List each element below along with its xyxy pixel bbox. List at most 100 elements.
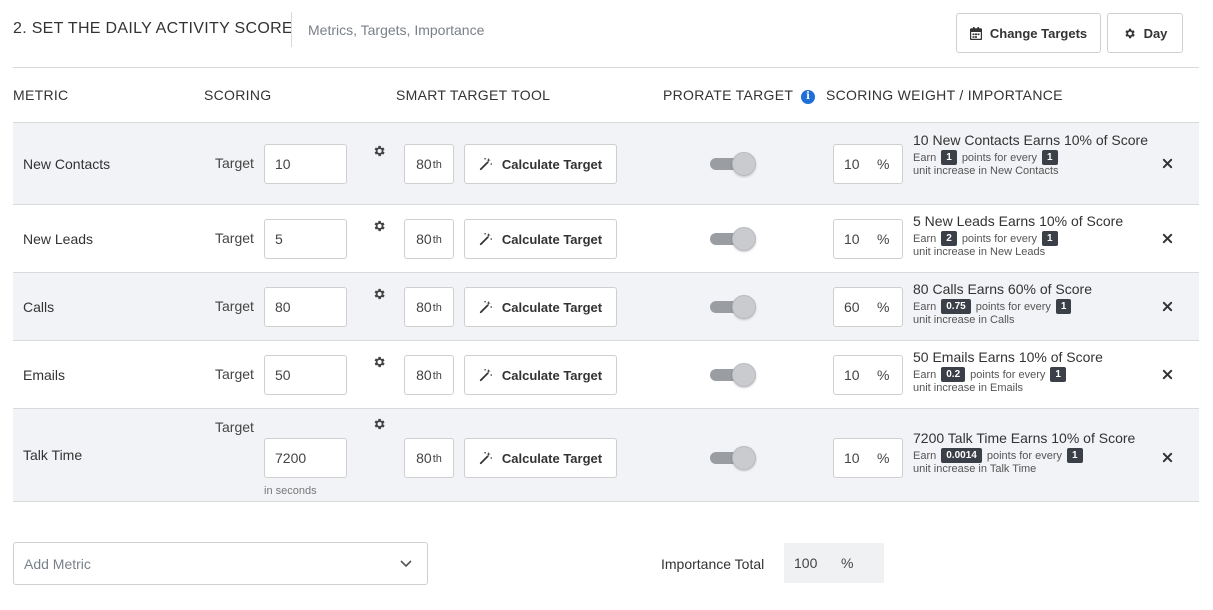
points-chip: 0.0014: [941, 448, 982, 463]
remove-metric-close-icon[interactable]: [1162, 158, 1174, 170]
toggle-knob: [732, 227, 756, 251]
target-label: Target: [215, 230, 254, 246]
table-row: Calls Target 80 80th Calculate Target 60% 80 C…: [13, 273, 1199, 341]
weight-description: 10 New Contacts Earns 10% of Score Earn 1 p…: [913, 133, 1153, 178]
info-icon[interactable]: i: [801, 90, 816, 104]
percentile-input[interactable]: 80th: [404, 219, 454, 259]
target-input[interactable]: 10: [264, 144, 347, 184]
percentile-value: 80: [416, 450, 432, 466]
remove-metric-close-icon[interactable]: [1162, 452, 1174, 464]
metric-name: Calls: [23, 299, 55, 315]
percentile-suffix: th: [432, 453, 442, 465]
weight-percent-sign: %: [877, 367, 890, 383]
gear-icon[interactable]: [372, 144, 386, 158]
percentile-input[interactable]: 80th: [404, 438, 454, 478]
weight-input[interactable]: 10%: [833, 355, 903, 395]
weight-value: 10: [844, 450, 860, 466]
target-label: Target: [215, 366, 254, 382]
target-label: Target: [215, 298, 254, 314]
header-divider: [291, 12, 292, 47]
weight-input[interactable]: 60%: [833, 287, 903, 327]
section-header: 2. SET THE DAILY ACTIVITY SCORE Metrics,…: [13, 0, 1199, 68]
points-line: Earn 0.0014 points for every 1: [913, 448, 1153, 463]
unit-chip: 1: [1067, 448, 1083, 463]
points-for-every-label: points for every: [975, 300, 1051, 313]
calculate-target-label: Calculate Target: [501, 367, 603, 383]
table-row: Emails Target 50 80th Calculate Target 10% 50 …: [13, 341, 1199, 409]
gear-icon[interactable]: [372, 417, 386, 431]
prorate-toggle[interactable]: [710, 226, 756, 252]
weight-input[interactable]: 10%: [833, 144, 903, 184]
calculate-target-button[interactable]: Calculate Target: [464, 438, 617, 478]
magic-wand-icon: [479, 157, 493, 171]
column-header-metric: METRIC: [13, 87, 69, 103]
earn-label: Earn: [913, 300, 937, 313]
calculate-target-button[interactable]: Calculate Target: [464, 144, 617, 184]
calculate-target-label: Calculate Target: [501, 299, 603, 315]
weight-value: 10: [844, 156, 860, 172]
weight-description: 5 New Leads Earns 10% of Score Earn 2 point…: [913, 214, 1153, 259]
metric-name: Emails: [23, 367, 66, 383]
chevron-down-icon: [400, 560, 412, 568]
weight-value: 60: [844, 299, 860, 315]
percentile-suffix: th: [432, 159, 442, 171]
importance-total-label: Importance Total: [661, 556, 765, 572]
gear-icon[interactable]: [372, 355, 386, 369]
toggle-knob: [732, 295, 756, 319]
gear-icon[interactable]: [372, 219, 386, 233]
earn-label: Earn: [913, 449, 937, 462]
target-unit-hint: in seconds: [264, 485, 317, 497]
table-row: New Contacts Target 10 80th Calculate Target…: [13, 123, 1199, 205]
points-line: Earn 2 points for every 1: [913, 231, 1153, 246]
percentile-input[interactable]: 80th: [404, 355, 454, 395]
day-button[interactable]: Day: [1107, 13, 1183, 53]
weight-summary: 5 New Leads Earns 10% of Score: [913, 213, 1124, 229]
weight-input[interactable]: 10%: [833, 219, 903, 259]
earn-label: Earn: [913, 232, 937, 245]
add-metric-placeholder: Add Metric: [24, 555, 91, 572]
gear-icon[interactable]: [372, 287, 386, 301]
calculate-target-button[interactable]: Calculate Target: [464, 287, 617, 327]
prorate-toggle[interactable]: [710, 445, 756, 471]
weight-percent-sign: %: [877, 450, 890, 466]
metrics-table: New Contacts Target 10 80th Calculate Target…: [13, 122, 1199, 502]
add-metric-select[interactable]: Add Metric: [13, 542, 428, 585]
weight-percent-sign: %: [877, 299, 890, 315]
gear-icon: [1124, 28, 1135, 38]
column-header-smart-target-tool: SMART TARGET TOOL: [396, 87, 551, 103]
calculate-target-button[interactable]: Calculate Target: [464, 219, 617, 259]
prorate-toggle[interactable]: [710, 294, 756, 320]
points-line: Earn 0.2 points for every 1: [913, 367, 1153, 382]
toggle-knob: [732, 446, 756, 470]
column-header-scoring-weight: SCORING WEIGHT / IMPORTANCE: [826, 87, 1063, 103]
unit-increase-line: unit increase in New Leads: [913, 246, 1046, 258]
points-chip: 0.75: [941, 299, 971, 314]
points-line: Earn 1 points for every 1: [913, 150, 1153, 165]
percentile-input[interactable]: 80th: [404, 287, 454, 327]
unit-increase-line: unit increase in Emails: [913, 382, 1024, 394]
prorate-toggle[interactable]: [710, 151, 756, 177]
target-input[interactable]: 5: [264, 219, 347, 259]
remove-metric-close-icon[interactable]: [1162, 301, 1174, 313]
remove-metric-close-icon[interactable]: [1162, 233, 1174, 245]
target-label: Target: [215, 155, 254, 171]
magic-wand-icon: [479, 368, 493, 382]
remove-metric-close-icon[interactable]: [1162, 369, 1174, 381]
target-input[interactable]: 50: [264, 355, 347, 395]
calculate-target-button[interactable]: Calculate Target: [464, 355, 617, 395]
prorate-toggle[interactable]: [710, 362, 756, 388]
points-line: Earn 0.75 points for every 1: [913, 299, 1153, 314]
points-for-every-label: points for every: [961, 151, 1038, 164]
points-for-every-label: points for every: [961, 232, 1038, 245]
percentile-input[interactable]: 80th: [404, 144, 454, 184]
weight-input[interactable]: 10%: [833, 438, 903, 478]
target-input[interactable]: 7200: [264, 438, 347, 478]
change-targets-button[interactable]: Change Targets: [956, 13, 1101, 53]
points-chip: 2: [941, 231, 957, 246]
target-input[interactable]: 80: [264, 287, 347, 327]
calendar-icon: [969, 26, 982, 40]
table-row: Talk Time Target 7200 in seconds 80th Calcula…: [13, 409, 1199, 502]
magic-wand-icon: [479, 300, 493, 314]
metric-name: New Contacts: [23, 156, 111, 172]
percentile-suffix: th: [432, 234, 442, 246]
